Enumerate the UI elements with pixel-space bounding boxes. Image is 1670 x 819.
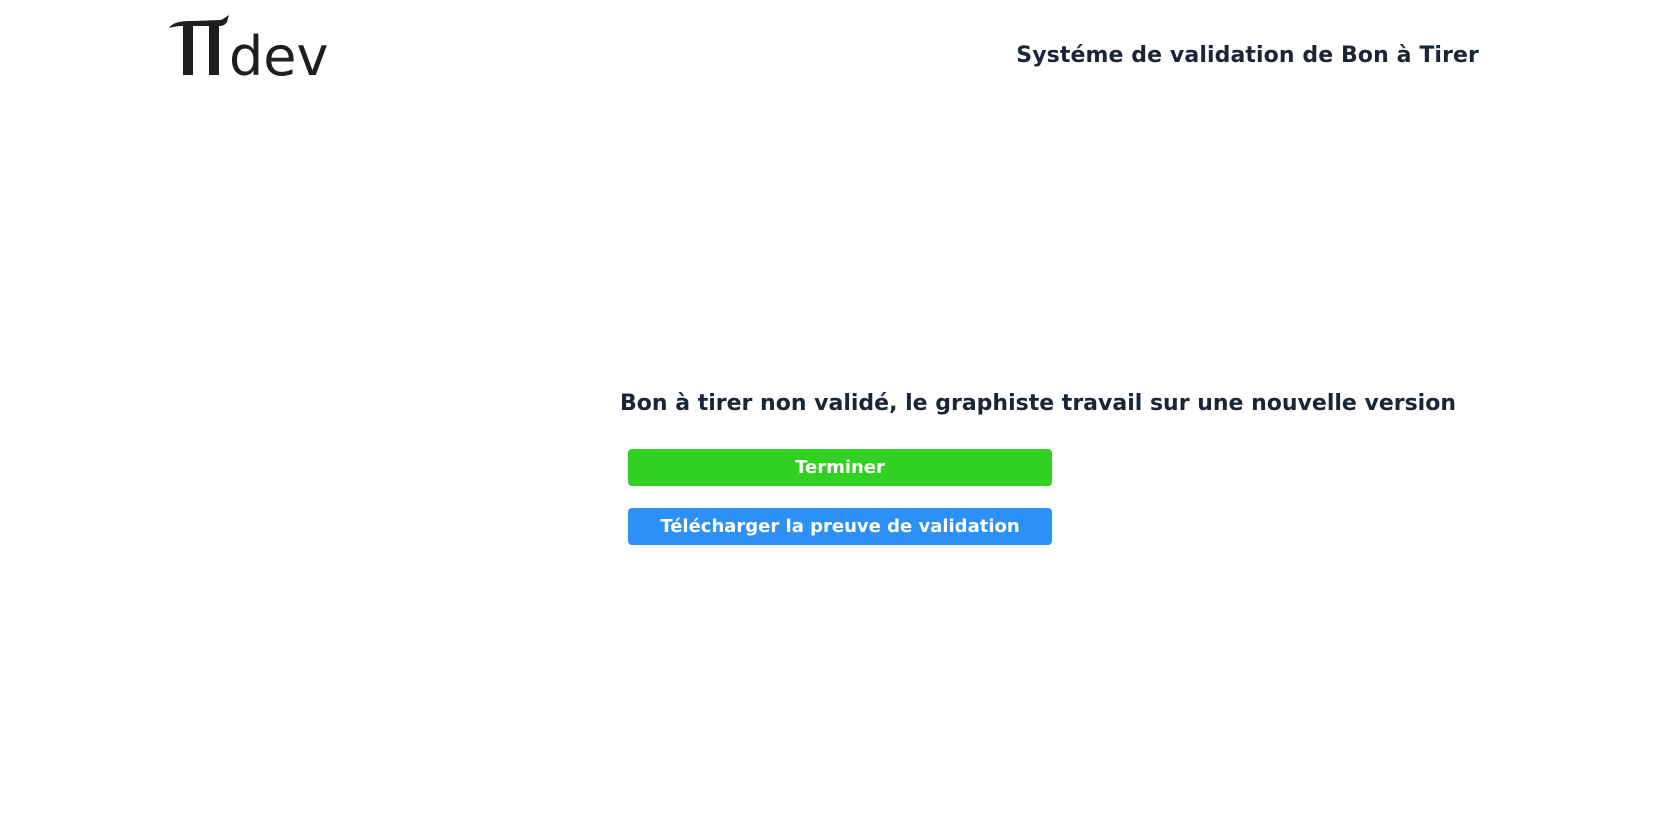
logo: dev: [163, 14, 343, 78]
download-proof-button[interactable]: Télécharger la preuve de validation: [628, 508, 1052, 545]
finish-button[interactable]: Terminer: [628, 449, 1052, 486]
page: dev Systéme de validation de Bon à Tirer…: [0, 0, 1670, 819]
pi-dev-logo-icon: dev: [169, 15, 328, 78]
app-title: Systéme de validation de Bon à Tirer: [1016, 43, 1479, 68]
status-message: Bon à tirer non validé, le graphiste tra…: [620, 391, 1456, 416]
logo-wordmark: dev: [229, 25, 328, 78]
